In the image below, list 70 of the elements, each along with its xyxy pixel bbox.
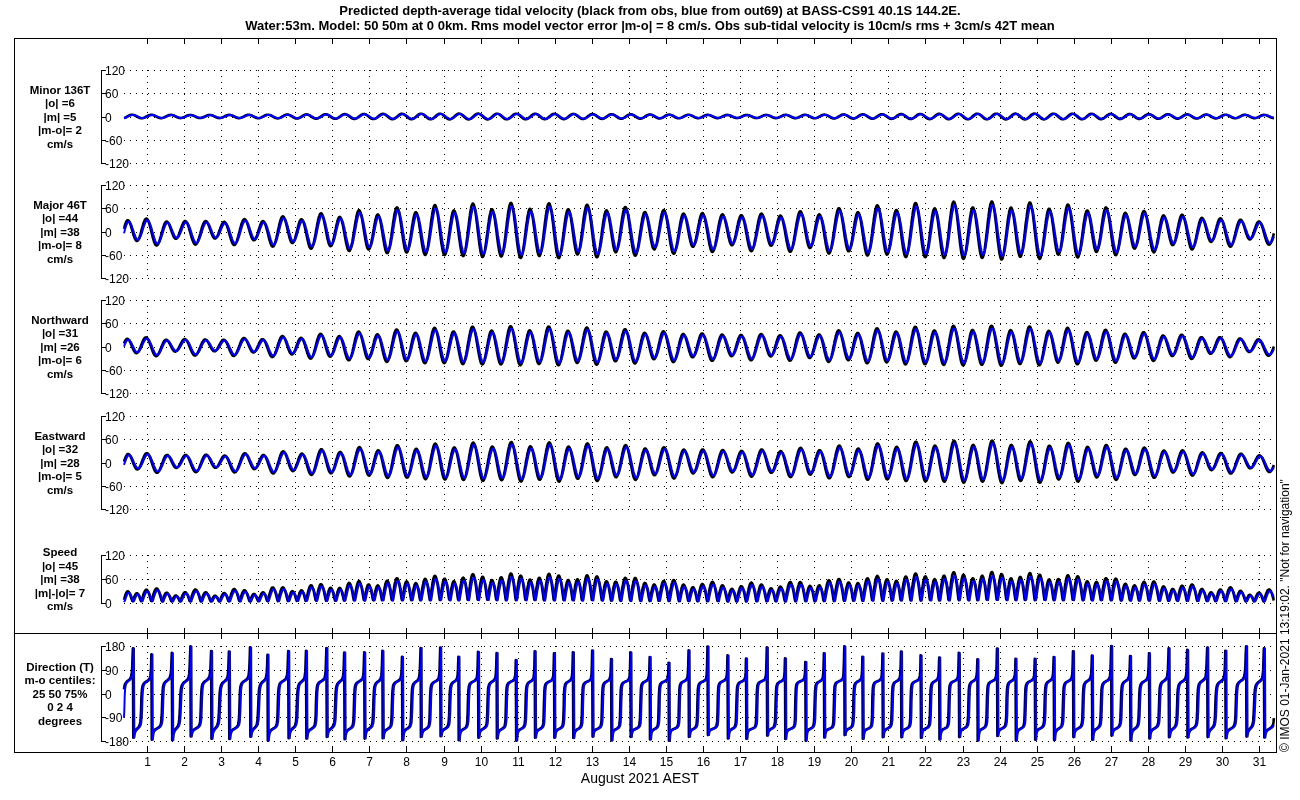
y-tick-label: -60 — [105, 363, 123, 378]
x-tick-label: 12 — [548, 755, 563, 769]
y-tick-label: 90 — [105, 663, 119, 678]
y-tick-label: -90 — [105, 710, 123, 725]
y-tick-label: -120 — [105, 271, 130, 286]
x-tick-label: 6 — [329, 755, 336, 769]
panel-legend: Major 46T |o| =44 |m| =38 |m-o|= 8 cm/s — [33, 198, 87, 265]
y-tick-label: 0 — [105, 687, 112, 702]
x-tick-label: 7 — [366, 755, 373, 769]
x-tick-label: 24 — [993, 755, 1008, 769]
x-tick-label: 16 — [696, 755, 711, 769]
x-tick-label: 23 — [956, 755, 971, 769]
chart-title: Water:53m. Model: 50 50m at 0 0km. Rms model vector error |m-o| = 8 cm/s. Obs sub-tidal velocity is 10cm/s rms + 3cm/s 42T mean — [245, 18, 1055, 33]
x-tick-label: 11 — [512, 755, 525, 769]
y-tick-label: -60 — [105, 248, 123, 263]
y-axis — [100, 554, 107, 604]
x-tick-label: 10 — [474, 755, 489, 769]
x-tick-label: 29 — [1178, 755, 1193, 769]
x-tick-label: 8 — [403, 755, 410, 769]
x-tick-label: 1 — [144, 755, 151, 769]
y-tick-label: 0 — [105, 340, 112, 355]
y-tick-label: 60 — [105, 432, 119, 447]
copyright-note: © IMOS 01-Jan-2021 13:19:02. "Not for navigation" — [1278, 479, 1292, 752]
x-tick-label: 28 — [1141, 755, 1156, 769]
x-tick-label: 2 — [181, 755, 188, 769]
panel-legend: Speed |o| =45 |m| =38 |m|-|o|= 7 cm/s — [34, 546, 86, 612]
y-tick-label: 180 — [105, 639, 126, 654]
x-axis-label: August 2021 AEST — [580, 770, 700, 786]
x-tick-label: 30 — [1215, 755, 1230, 769]
y-tick-label: 120 — [105, 293, 126, 308]
y-tick-label: 120 — [105, 178, 126, 193]
x-tick-label: 20 — [844, 755, 859, 769]
y-tick-label: 0 — [105, 225, 112, 240]
y-tick-label: 120 — [105, 409, 126, 424]
y-tick-label: -60 — [105, 133, 123, 148]
x-tick-label: 3 — [218, 755, 225, 769]
y-tick-label: 60 — [105, 86, 119, 101]
panel-legend: Northward |o| =31 |m| =26 |m-o|= 6 cm/s — [31, 313, 89, 380]
x-tick-label: 19 — [807, 755, 822, 769]
y-tick-label: -60 — [105, 479, 123, 494]
y-tick-label: -120 — [105, 386, 130, 401]
x-tick-label: 25 — [1030, 755, 1045, 769]
y-tick-label: 60 — [105, 201, 119, 216]
panel-legend: Minor 136T |o| =6 |m| =5 |m-o|= 2 cm/s — [29, 83, 91, 150]
panel-legend: Eastward |o| =32 |m| =28 |m-o|= 5 cm/s — [34, 429, 86, 496]
y-tick-label: 0 — [105, 596, 112, 611]
x-tick-label: 18 — [770, 755, 785, 769]
x-tick-label: 31 — [1252, 755, 1267, 769]
panel-legend: Direction (T) m-o centiles: 25 50 75% 0 2 4 degrees — [24, 660, 96, 727]
x-tick-label: 15 — [659, 755, 674, 769]
y-tick-label: -120 — [105, 502, 130, 517]
y-tick-label: -120 — [105, 156, 130, 171]
chart-title: Predicted depth-average tidal velocity (black from obs, blue from out69) at BASS-CS91 40.1S 144.2E. — [339, 3, 961, 18]
y-tick-label: 120 — [105, 548, 126, 563]
y-tick-label: 60 — [105, 316, 119, 331]
x-tick-label: 4 — [255, 755, 262, 769]
x-tick-label: 14 — [622, 755, 637, 769]
x-tick-label: 5 — [292, 755, 299, 769]
x-tick-label: 9 — [441, 755, 448, 769]
x-tick-label: 27 — [1104, 755, 1119, 769]
x-tick-label: 13 — [585, 755, 600, 769]
y-tick-label: -180 — [105, 734, 130, 749]
x-tick-label: 21 — [881, 755, 896, 769]
y-tick-label: 0 — [105, 456, 112, 471]
x-tick-label: 22 — [918, 755, 933, 769]
x-tick-label: 26 — [1067, 755, 1082, 769]
y-tick-label: 60 — [105, 572, 119, 587]
x-tick-label: 17 — [733, 755, 748, 769]
y-tick-label: 120 — [105, 63, 126, 78]
y-tick-label: 0 — [105, 110, 112, 125]
